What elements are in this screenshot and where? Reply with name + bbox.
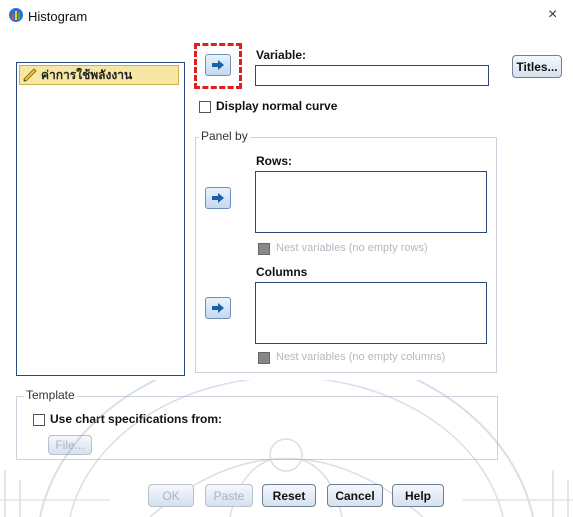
paste-button[interactable]: Paste [205, 484, 253, 507]
move-to-columns-button[interactable] [205, 297, 231, 319]
rows-label: Rows: [256, 154, 292, 168]
help-button[interactable]: Help [392, 484, 444, 507]
ruler-pencil-icon [23, 68, 37, 82]
ok-button[interactable]: OK [148, 484, 194, 507]
source-variable-list[interactable]: ค่าการใช้พลังงาน [16, 62, 185, 376]
rows-field[interactable] [255, 171, 487, 233]
display-normal-curve-label: Display normal curve [216, 99, 338, 113]
nest-rows-checkbox[interactable] [258, 243, 270, 255]
panel-by-label: Panel by [199, 129, 250, 143]
titles-button[interactable]: Titles... [512, 55, 562, 78]
variable-field[interactable] [255, 65, 489, 86]
nest-columns-label: Nest variables (no empty columns) [276, 351, 446, 363]
nest-columns-checkbox[interactable] [258, 352, 270, 364]
reset-button[interactable]: Reset [262, 484, 316, 507]
move-to-variable-button[interactable] [205, 54, 231, 76]
window-title: Histogram [28, 9, 88, 24]
nest-rows-label: Nest variables (no empty rows) [276, 242, 428, 254]
variable-label: Variable: [256, 48, 307, 62]
right-arrow-icon [212, 303, 224, 313]
list-item-label: ค่าการใช้พลังงาน [41, 67, 133, 82]
right-arrow-icon [212, 60, 224, 70]
display-normal-curve-checkbox[interactable] [199, 101, 211, 113]
right-arrow-icon [212, 193, 224, 203]
columns-label: Columns [256, 265, 308, 279]
list-item[interactable]: ค่าการใช้พลังงาน [19, 65, 179, 85]
histogram-app-icon [9, 8, 23, 22]
close-icon[interactable]: × [548, 6, 557, 24]
cancel-button[interactable]: Cancel [327, 484, 383, 507]
columns-field[interactable] [255, 282, 487, 344]
move-to-rows-button[interactable] [205, 187, 231, 209]
